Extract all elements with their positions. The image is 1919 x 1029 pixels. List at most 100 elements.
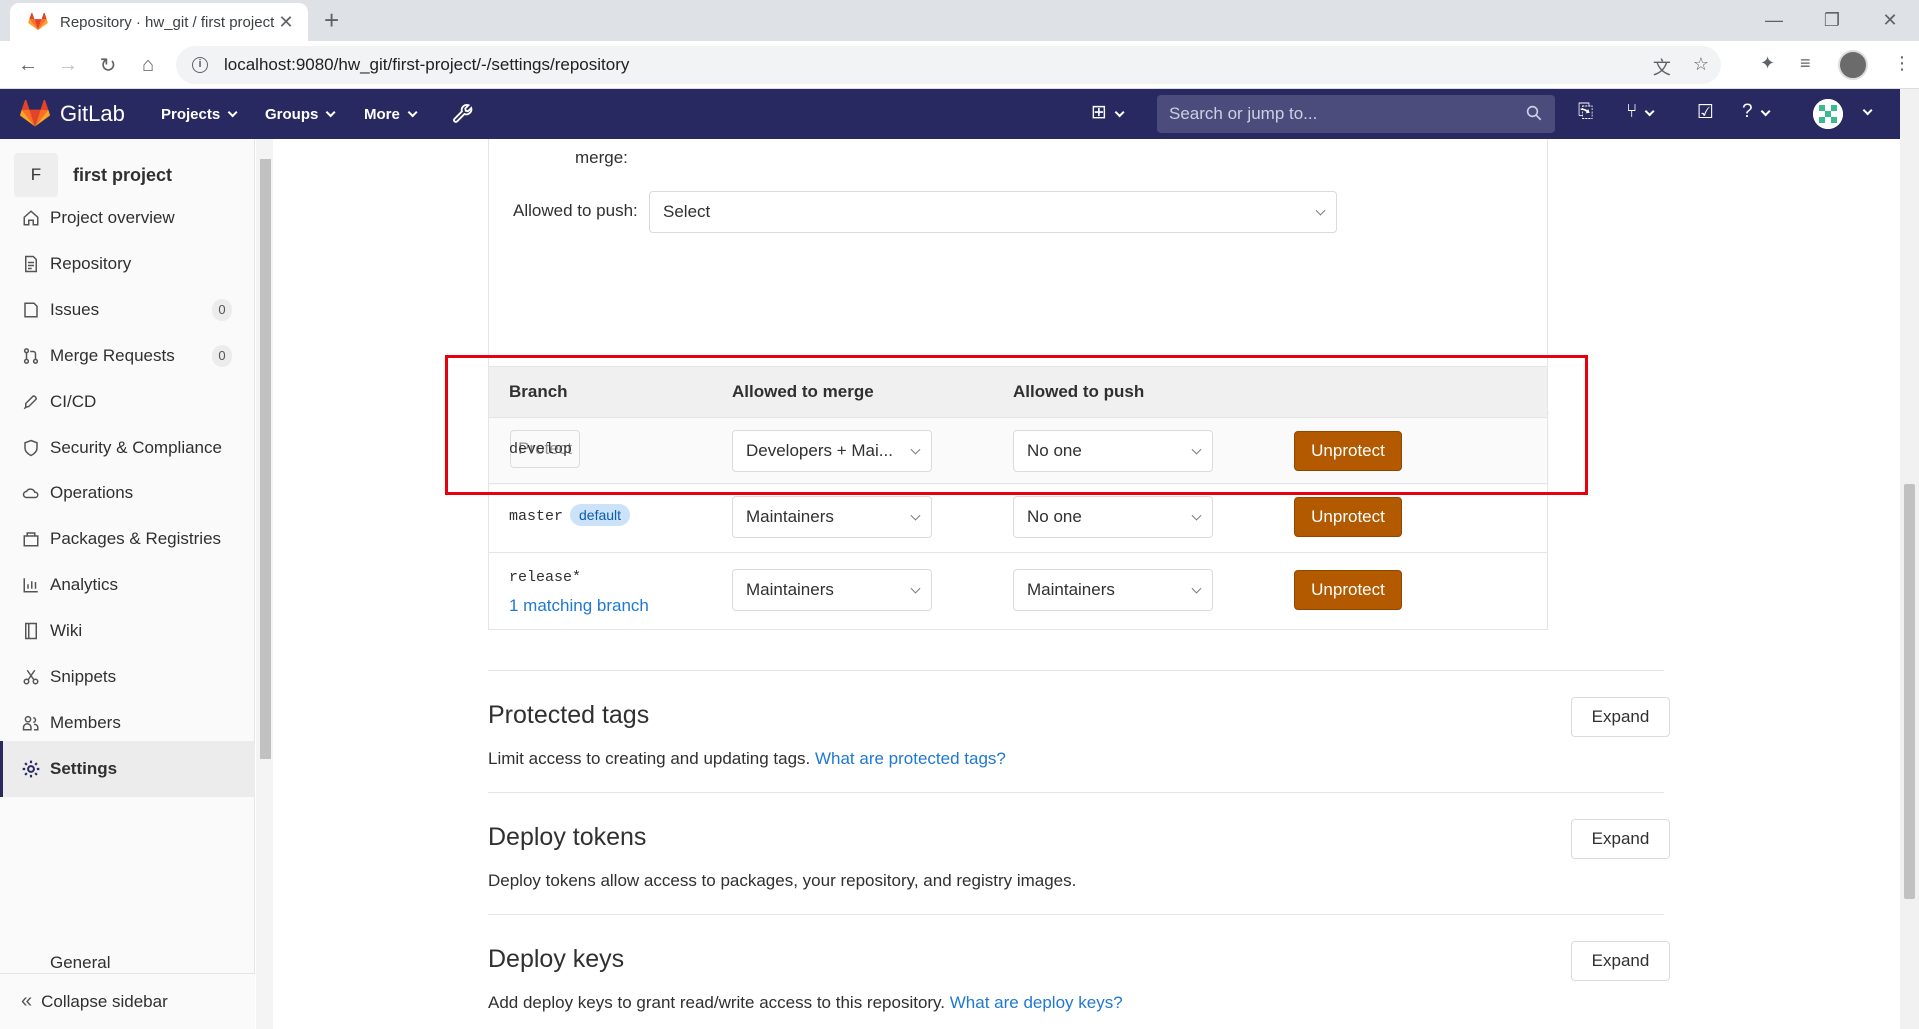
chart-icon — [21, 575, 41, 595]
browser-tab[interactable]: Repository · hw_git / first project ✕ — [10, 3, 308, 41]
sidebar-item-label: Packages & Registries — [50, 529, 222, 549]
window-close-icon[interactable]: ✕ — [1861, 0, 1919, 41]
sidebar-item-settings[interactable]: Settings — [0, 740, 255, 797]
chevron-down-icon — [910, 583, 921, 594]
section-description: Add deploy keys to grant read/write acce… — [488, 993, 1123, 1013]
browser-profile-avatar[interactable] — [1838, 50, 1868, 80]
merge-access-value: Maintainers — [746, 507, 834, 526]
help-icon[interactable]: ? — [1742, 101, 1771, 123]
unprotect-button[interactable]: Unprotect — [1294, 570, 1402, 610]
table-row-release: release* 1 matching branch Maintainers M… — [489, 553, 1547, 629]
browser-toolbar: ← → ↻ ⌂ i localhost:9080/hw_git/first-pr… — [0, 41, 1919, 89]
main-content: merge: Allowed to push: Select Protect B… — [273, 139, 1900, 1029]
double-chevron-left-icon: « — [21, 990, 33, 1012]
identicon-icon — [1813, 99, 1843, 129]
home-button-icon[interactable]: ⌂ — [134, 51, 162, 79]
sidebar-item-label: CI/CD — [50, 391, 97, 411]
sidebar-scrollbar[interactable] — [256, 139, 273, 1029]
deploy-tokens-section: Deploy tokens Deploy tokens allow access… — [488, 792, 1670, 914]
collapse-sidebar-button[interactable]: « Collapse sidebar — [0, 973, 255, 1029]
issues-todo-icon[interactable]: ⎘ — [1578, 101, 1593, 123]
gitlab-header: GitLab Projects Groups More ⊞ Search or … — [0, 89, 1900, 139]
media-control-icon[interactable]: ≡ — [1800, 53, 1811, 74]
chevron-down-icon — [910, 510, 921, 521]
address-bar[interactable]: i localhost:9080/hw_git/first-project/-/… — [176, 46, 1721, 84]
protected-tags-section: Protected tags Limit access to creating … — [488, 670, 1670, 792]
default-badge: default — [570, 504, 631, 526]
admin-wrench-icon[interactable] — [452, 103, 474, 125]
browser-menu-icon[interactable]: ⋮ — [1893, 53, 1911, 74]
page-scroll-thumb[interactable] — [1904, 484, 1915, 899]
extensions-icon[interactable]: ✦ — [1760, 53, 1775, 74]
reload-icon[interactable]: ↻ — [94, 51, 122, 79]
projects-menu[interactable]: Projects — [161, 89, 238, 139]
sidebar-item-label: Merge Requests — [50, 345, 175, 365]
new-item-icon[interactable]: ⊞ — [1091, 101, 1125, 124]
new-tab-icon[interactable]: + — [324, 5, 339, 36]
page-scrollbar[interactable] — [1900, 89, 1919, 1029]
sidebar-scroll-thumb[interactable] — [260, 159, 271, 759]
sidebar-item-label: Repository — [50, 253, 132, 273]
back-icon[interactable]: ← — [14, 51, 42, 79]
gear-icon — [21, 759, 41, 779]
issues-icon — [21, 300, 41, 320]
forward-icon[interactable]: → — [54, 51, 82, 79]
sidebar-item-label: Issues — [50, 299, 100, 319]
push-access-value: No one — [1027, 507, 1082, 526]
bookmark-star-icon[interactable]: ☆ — [1693, 54, 1709, 80]
expand-button[interactable]: Expand — [1571, 941, 1670, 981]
branch-name: release* — [509, 569, 582, 586]
expand-button[interactable]: Expand — [1571, 697, 1670, 737]
deploy-keys-help-link[interactable]: What are deploy keys? — [950, 993, 1123, 1012]
section-title: Deploy keys — [488, 945, 625, 973]
url-text: localhost:9080/hw_git/first-project/-/se… — [224, 55, 630, 74]
unprotect-button[interactable]: Unprotect — [1294, 497, 1402, 537]
sidebar-subitem-general[interactable]: General — [50, 953, 110, 973]
collapse-sidebar-label: Collapse sidebar — [41, 991, 168, 1011]
section-description-text: Add deploy keys to grant read/write acce… — [488, 993, 950, 1012]
push-access-select[interactable]: Maintainers — [1013, 569, 1213, 611]
minimize-icon[interactable]: — — [1745, 0, 1803, 41]
gitlab-home-link[interactable]: GitLab — [20, 100, 125, 128]
search-input[interactable]: Search or jump to... — [1157, 95, 1555, 133]
sidebar-item-label: Operations — [50, 483, 134, 503]
restore-icon[interactable]: ❐ — [1803, 0, 1861, 41]
search-placeholder: Search or jump to... — [1169, 104, 1318, 123]
push-access-value: Maintainers — [1027, 580, 1115, 599]
chevron-down-icon — [227, 106, 238, 117]
section-description: Deploy tokens allow access to packages, … — [488, 871, 1077, 890]
todos-checkbox-icon[interactable]: ☑ — [1697, 101, 1714, 124]
allowed-to-merge-label: merge: — [575, 148, 628, 167]
user-menu-chevron-icon[interactable] — [1862, 105, 1873, 116]
chevron-down-icon — [326, 106, 336, 117]
more-menu[interactable]: More — [364, 89, 418, 139]
section-title: Deploy tokens — [488, 823, 647, 851]
branch-name: master — [509, 508, 564, 525]
tab-close-icon[interactable]: ✕ — [276, 12, 296, 33]
merge-access-select[interactable]: Maintainers — [732, 569, 932, 611]
home-icon — [21, 208, 41, 228]
search-icon — [1526, 105, 1542, 121]
merge-requests-icon[interactable]: ⑂ — [1626, 101, 1655, 123]
matching-branches-link[interactable]: 1 matching branch — [509, 596, 649, 616]
shield-icon — [21, 438, 41, 458]
push-access-select[interactable]: No one — [1013, 496, 1213, 538]
groups-menu[interactable]: Groups — [265, 89, 336, 139]
allowed-to-push-select[interactable]: Select — [649, 191, 1337, 233]
expand-button[interactable]: Expand — [1571, 819, 1670, 859]
site-info-icon[interactable]: i — [192, 57, 208, 73]
sidebar-item-label: Security & Compliance — [50, 437, 222, 457]
projects-menu-label: Projects — [161, 105, 221, 123]
count-badge: 0 — [212, 298, 232, 321]
groups-menu-label: Groups — [265, 105, 319, 123]
translate-icon[interactable]: 文 — [1653, 54, 1671, 80]
merge-access-select[interactable]: Maintainers — [732, 496, 932, 538]
project-sidebar: F first project Project overview Reposito… — [0, 139, 255, 1029]
allowed-to-push-value: Select — [663, 202, 711, 221]
section-description-text: Limit access to creating and updating ta… — [488, 749, 815, 768]
protected-tags-help-link[interactable]: What are protected tags? — [815, 749, 1006, 768]
user-avatar[interactable] — [1813, 99, 1843, 129]
sidebar-item-label: Settings — [50, 758, 118, 778]
sidebar-item-label: Analytics — [50, 575, 119, 595]
cloud-gear-icon — [21, 483, 41, 503]
